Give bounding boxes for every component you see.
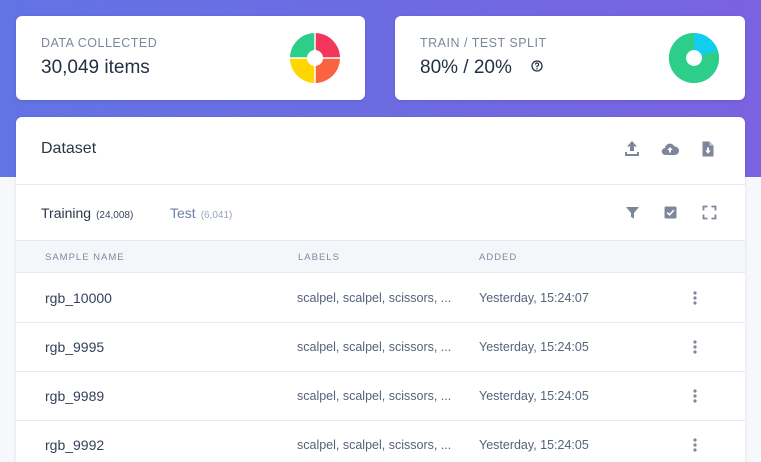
column-header-added[interactable]: ADDED: [479, 252, 517, 263]
data-collected-label: DATA COLLECTED: [41, 36, 158, 50]
tab-training[interactable]: Training (24,008): [41, 205, 133, 223]
table-row[interactable]: rgb_9992 scalpel, scalpel, scissors, ...…: [16, 421, 745, 462]
expand-icon[interactable]: [702, 205, 717, 220]
sample-added: Yesterday, 15:24:07: [479, 291, 589, 305]
table-row[interactable]: rgb_9995 scalpel, scalpel, scissors, ...…: [16, 323, 745, 372]
train-test-split-card: TRAIN / TEST SPLIT 80% / 20%: [395, 16, 745, 100]
tab-training-label: Training: [41, 205, 92, 221]
more-options-icon[interactable]: [688, 388, 702, 404]
file-download-icon[interactable]: [699, 140, 717, 158]
table-header: SAMPLE NAME LABELS ADDED: [16, 241, 745, 273]
sample-labels: scalpel, scalpel, scissors, ...: [297, 438, 452, 452]
dataset-panel-header: Dataset: [16, 117, 745, 185]
tab-test-count: (6,041): [200, 210, 233, 221]
sample-labels: scalpel, scalpel, scissors, ...: [297, 389, 452, 403]
sample-added: Yesterday, 15:24:05: [479, 340, 589, 354]
dataset-panel: Dataset Training (24,008) Test (6,041) S…: [16, 117, 745, 462]
sample-name[interactable]: rgb_9995: [45, 339, 104, 355]
train-test-split-donut: [669, 33, 719, 83]
sample-added: Yesterday, 15:24:05: [479, 438, 589, 452]
column-header-sample-name[interactable]: SAMPLE NAME: [45, 252, 125, 263]
tab-test[interactable]: Test (6,041): [170, 205, 232, 223]
sample-name[interactable]: rgb_9992: [45, 437, 104, 453]
sample-added: Yesterday, 15:24:05: [479, 389, 589, 403]
question-circle-icon[interactable]: [531, 60, 543, 72]
sample-name[interactable]: rgb_9989: [45, 388, 104, 404]
column-header-labels[interactable]: LABELS: [298, 252, 340, 263]
filter-icon[interactable]: [625, 205, 640, 220]
train-test-split-value: 80% / 20%: [420, 57, 512, 78]
more-options-icon[interactable]: [688, 290, 702, 306]
sample-labels: scalpel, scalpel, scissors, ...: [297, 291, 452, 305]
sample-labels: scalpel, scalpel, scissors, ...: [297, 340, 452, 354]
train-test-split-label: TRAIN / TEST SPLIT: [420, 36, 547, 50]
table-row[interactable]: rgb_9989 scalpel, scalpel, scissors, ...…: [16, 372, 745, 421]
data-collected-value: 30,049 items: [41, 57, 150, 78]
data-collected-card: DATA COLLECTED 30,049 items: [16, 16, 365, 100]
sample-name[interactable]: rgb_10000: [45, 290, 112, 306]
tab-test-label: Test: [170, 205, 196, 221]
dataset-tabs: Training (24,008) Test (6,041): [16, 185, 745, 241]
cloud-upload-icon[interactable]: [661, 140, 679, 158]
more-options-icon[interactable]: [688, 437, 702, 453]
more-options-icon[interactable]: [688, 339, 702, 355]
data-collected-donut-icon: [290, 33, 340, 83]
panel-title: Dataset: [41, 140, 97, 157]
table-row[interactable]: rgb_10000 scalpel, scalpel, scissors, ..…: [16, 274, 745, 323]
upload-icon[interactable]: [623, 140, 641, 158]
tab-training-count: (24,008): [96, 210, 134, 221]
check-square-icon[interactable]: [663, 205, 678, 220]
